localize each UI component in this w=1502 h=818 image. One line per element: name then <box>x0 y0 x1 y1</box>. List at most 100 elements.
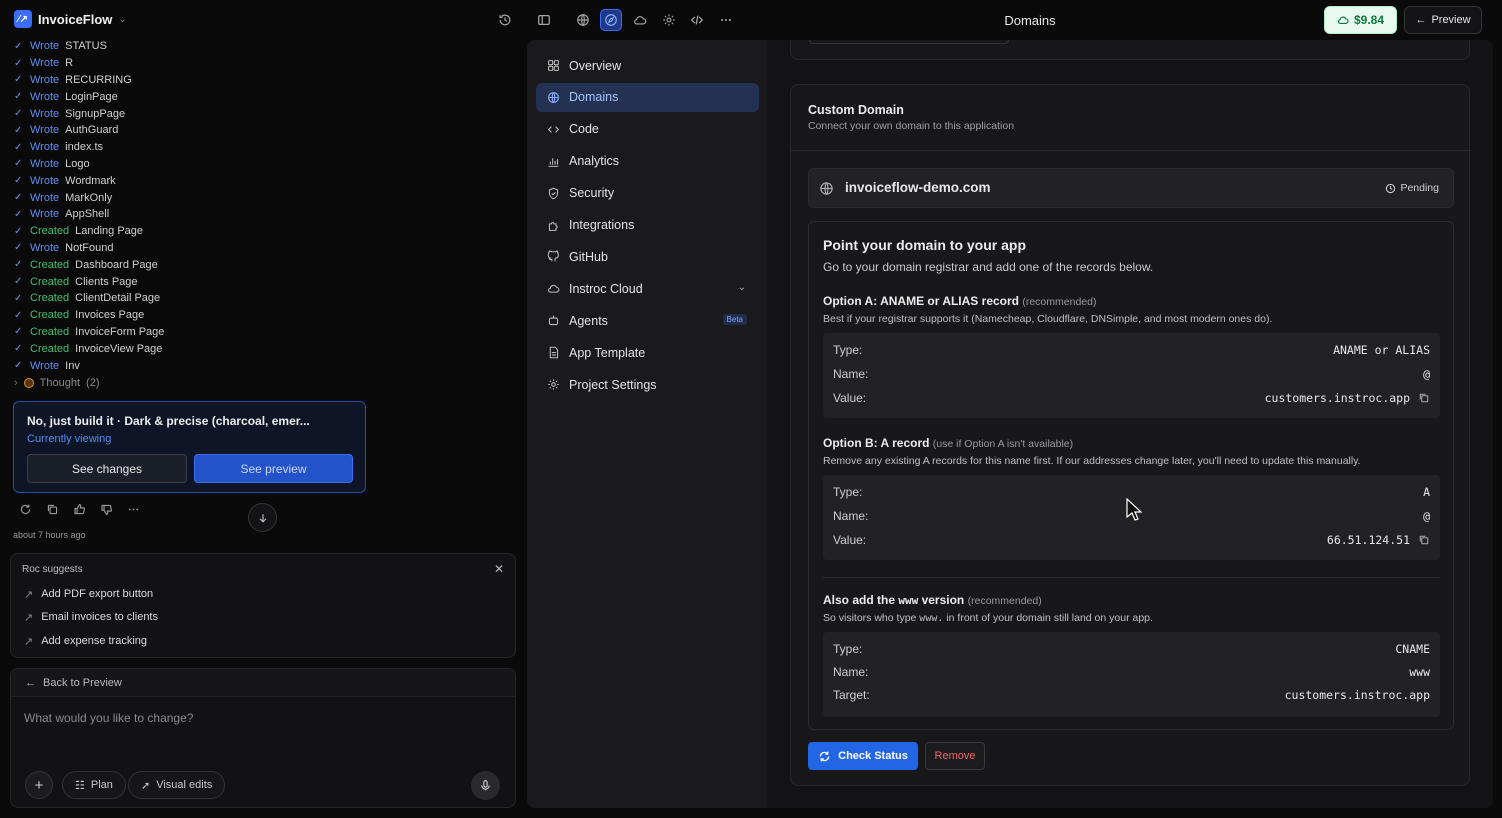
sidebar-toggle-icon[interactable] <box>533 9 555 31</box>
copy-icon[interactable] <box>1418 534 1430 546</box>
log-target: Landing Page <box>75 225 144 238</box>
option-a-record: Type: ANAME or ALIAS Name: @ Value: custome… <box>823 333 1440 418</box>
thought-toggle[interactable]: › Thought (2) <box>14 377 100 389</box>
nav-item-github[interactable]: GitHub <box>536 242 759 271</box>
thought-label: Thought <box>39 377 81 389</box>
nav-item-agents[interactable]: Agents Beta <box>536 306 759 335</box>
nav-item-instroc-cloud[interactable]: Instroc Cloud ⌄ <box>536 274 759 303</box>
close-icon[interactable]: ✕ <box>494 562 504 576</box>
record-name: Name: www <box>833 665 1430 679</box>
status-badge: Pending <box>1385 182 1439 194</box>
record-target: Target: customers.instroc.app <box>833 688 1430 702</box>
pointer-icon: ➚ <box>141 779 151 792</box>
log-target: ClientDetail Page <box>75 292 161 305</box>
nav-item-project-settings[interactable]: Project Settings <box>536 370 759 399</box>
chat-input[interactable]: What would you like to change? <box>24 711 193 725</box>
remove-domain-button[interactable]: Remove <box>925 742 985 770</box>
scroll-down-button[interactable] <box>248 503 277 532</box>
compass-icon[interactable] <box>600 9 622 31</box>
log-entry: ✓ Wrote R <box>14 55 354 72</box>
copy-icon[interactable] <box>1418 392 1430 404</box>
log-target: R <box>65 57 74 70</box>
code-icon <box>547 126 560 133</box>
preview-button[interactable]: ← Preview <box>1404 6 1482 34</box>
log-entry: ✓ Created Dashboard Page <box>14 256 354 273</box>
version-status: Currently viewing <box>27 433 112 445</box>
domain-row: invoiceflow-demo.com Pending <box>808 168 1454 208</box>
log-entry: ✓ Created Landing Page <box>14 223 354 240</box>
history-icon[interactable] <box>494 9 516 31</box>
check-icon: ✓ <box>14 74 23 86</box>
nav-item-overview[interactable]: Overview <box>536 51 759 80</box>
gear-icon <box>548 379 559 390</box>
previous-section <box>790 40 1470 60</box>
nav-item-code[interactable]: Code <box>536 115 759 144</box>
nav-item-label: Project Settings <box>569 377 657 392</box>
back-to-preview-link[interactable]: ← Back to Preview <box>11 669 515 697</box>
suggestion-item[interactable]: ↗ Add expense tracking <box>24 635 147 648</box>
overview-icon <box>548 60 559 71</box>
log-verb: Created <box>30 309 70 322</box>
nav-item-security[interactable]: Security <box>536 179 759 208</box>
arrow-up-right-icon: ↗ <box>24 589 34 601</box>
log-entry: ✓ Created Invoices Page <box>14 307 354 324</box>
globe-icon[interactable] <box>572 9 594 31</box>
project-switcher[interactable]: ⁄↗ InvoiceFlow ⌄ <box>14 10 127 28</box>
record-type: Type: ANAME or ALIAS <box>833 343 1430 357</box>
log-verb: Created <box>30 258 70 271</box>
credits-button[interactable]: $9.84 <box>1324 6 1397 34</box>
nav-item-domains[interactable]: Domains <box>536 82 759 112</box>
check-icon: ✓ <box>14 124 23 136</box>
log-target: Inv <box>65 359 80 372</box>
copy-icon[interactable] <box>45 502 60 517</box>
check-icon: ✓ <box>14 326 23 338</box>
option-b-title: Option B: A record (use if Option A isn'… <box>823 436 1074 450</box>
suggestion-item[interactable]: ↗ Email invoices to clients <box>24 611 158 624</box>
chat-composer: ← Back to Preview What would you like to… <box>10 668 516 808</box>
log-verb: Created <box>30 342 70 355</box>
check-status-button[interactable]: Check Status <box>808 742 918 770</box>
retry-icon[interactable] <box>18 502 33 517</box>
gear-icon[interactable] <box>658 9 680 31</box>
project-name: InvoiceFlow <box>38 11 113 27</box>
version-card: No, just build it · Dark & precise (char… <box>13 401 366 493</box>
chevron-down-icon[interactable]: ⌄ <box>738 282 746 293</box>
template-icon <box>549 346 559 359</box>
log-entry: ✓ Created InvoiceView Page <box>14 340 354 357</box>
add-attachment-button[interactable]: + <box>25 771 53 799</box>
more-icon[interactable] <box>126 502 141 517</box>
option-a-description: Best if your registrar supports it (Name… <box>823 313 1273 325</box>
suggestion-item[interactable]: ↗ Add PDF export button <box>24 588 153 601</box>
domains-content: Custom Domain Connect your own domain to… <box>767 40 1493 808</box>
microphone-button[interactable] <box>471 771 500 800</box>
check-icon: ✓ <box>14 360 23 372</box>
message-timestamp: about 7 hours ago <box>13 530 86 540</box>
plan-button[interactable]: ☷ Plan <box>62 771 126 799</box>
nav-item-analytics[interactable]: Analytics <box>536 147 759 176</box>
status-label: Pending <box>1400 182 1439 194</box>
more-icon[interactable] <box>715 9 737 31</box>
nav-item-integrations[interactable]: Integrations <box>536 211 759 240</box>
see-preview-button[interactable]: See preview <box>194 454 353 483</box>
visual-edits-button[interactable]: ➚ Visual edits <box>128 771 226 799</box>
suggestion-label: Email invoices to clients <box>41 611 158 623</box>
see-changes-button[interactable]: See changes <box>27 454 187 483</box>
code-icon[interactable] <box>686 9 708 31</box>
log-verb: Created <box>30 325 70 338</box>
nav-item-label: GitHub <box>569 249 608 264</box>
log-target: Invoices Page <box>75 309 145 322</box>
version-title: No, just build it · Dark & precise (char… <box>27 414 310 428</box>
check-icon: ✓ <box>14 208 23 220</box>
arrow-down-icon <box>259 513 266 523</box>
cloud-icon[interactable] <box>629 9 651 31</box>
log-target: AuthGuard <box>65 124 119 137</box>
log-entry: ✓ Wrote RECURRING <box>14 72 354 89</box>
thumbs-down-icon[interactable] <box>99 502 114 517</box>
record-type: Type: CNAME <box>833 642 1430 656</box>
log-entry: ✓ Wrote STATUS <box>14 38 354 55</box>
nav-item-app-template[interactable]: App Template <box>536 338 759 367</box>
log-target: InvoiceView Page <box>75 342 163 355</box>
thumbs-up-icon[interactable] <box>72 502 87 517</box>
suggestions-panel: Roc suggests ✕ ↗ Add PDF export button ↗ E… <box>10 553 516 658</box>
log-verb: Created <box>30 225 70 238</box>
